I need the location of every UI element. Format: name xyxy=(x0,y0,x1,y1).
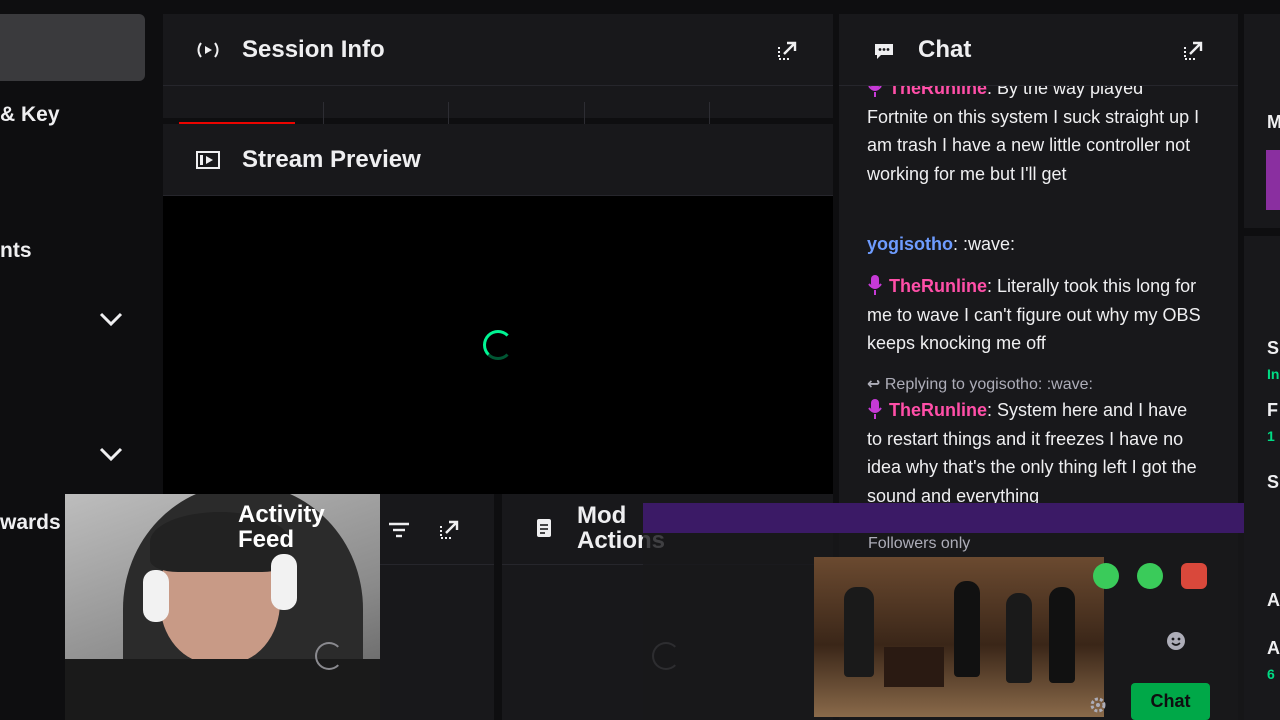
right-panel-sub: 6 xyxy=(1267,666,1275,682)
nav-item-stream-key[interactable]: & Key xyxy=(0,103,60,127)
gear-icon[interactable] xyxy=(1089,696,1107,714)
video-player[interactable] xyxy=(163,196,833,494)
chevron-down-icon[interactable] xyxy=(98,310,124,328)
mic-badge-icon xyxy=(868,275,882,295)
nav-item-active[interactable] xyxy=(0,14,145,81)
performer xyxy=(1049,587,1075,683)
thumbnail xyxy=(1266,150,1280,210)
document-icon xyxy=(537,519,551,537)
followers-only-label: Followers only xyxy=(868,535,971,552)
reply-context: ↩ Replying to yogisotho: :wave: xyxy=(867,376,1093,393)
emote-icon[interactable] xyxy=(1093,563,1119,589)
chat-message: TheRunline: System here and I have to re… xyxy=(867,396,1207,510)
chat-message: TheRunline: Literally took this long for… xyxy=(867,272,1207,358)
chat-message: yogisotho: :wave: xyxy=(867,230,1207,259)
nav-item-rewards[interactable]: wards xyxy=(0,511,61,535)
mic-badge-icon xyxy=(868,399,882,419)
session-info-panel: Session Info xyxy=(163,14,833,132)
webcam-overlay: Activity Feed xyxy=(65,494,380,720)
performer xyxy=(844,587,874,677)
chat-send-button[interactable]: Chat xyxy=(1131,683,1210,720)
nav-item-events[interactable]: nts xyxy=(0,239,32,263)
right-panel-label: A xyxy=(1267,638,1280,658)
performer xyxy=(1006,593,1032,683)
emote-icon[interactable] xyxy=(1137,563,1163,589)
right-panel-sub: 1 xyxy=(1267,428,1275,444)
stream-preview-panel: Stream Preview xyxy=(163,124,833,494)
chat-username[interactable]: TheRunline xyxy=(889,400,987,420)
right-panel-sub: In xyxy=(1267,366,1280,382)
stream-preview-header: Stream Preview xyxy=(163,124,833,196)
activity-feed-title: Activity Feed xyxy=(238,501,325,553)
chevron-down-icon[interactable] xyxy=(98,445,124,463)
session-info-header: Session Info xyxy=(163,14,833,86)
right-panel-label: S xyxy=(1267,472,1280,492)
right-panel-label: F xyxy=(1267,400,1278,420)
chat-text: : By the way played Fortnite on this sys… xyxy=(867,86,1200,184)
broadcast-icon xyxy=(197,42,219,58)
emote-icon[interactable] xyxy=(1181,563,1207,589)
stream-preview-title: Stream Preview xyxy=(242,146,421,173)
chat-username[interactable]: yogisotho xyxy=(867,234,953,254)
mic-badge-icon xyxy=(868,86,882,97)
right-panel-edge: M S In F 1 S A A 6 xyxy=(1244,0,1280,720)
chat-text: : :wave: xyxy=(953,234,1016,254)
emote-row xyxy=(1093,563,1207,589)
popout-icon[interactable] xyxy=(1182,40,1204,62)
chat-username[interactable]: TheRunline xyxy=(889,86,987,98)
chat-title: Chat xyxy=(918,36,972,63)
emoji-picker-icon[interactable] xyxy=(1165,630,1187,652)
headphone-right xyxy=(271,554,297,610)
video-frame[interactable] xyxy=(814,557,1104,717)
video-icon xyxy=(196,151,220,169)
loading-spinner xyxy=(315,642,343,670)
reply-arrow-icon: ↩ xyxy=(867,376,881,393)
filter-icon[interactable] xyxy=(388,521,410,539)
chat-bubble-icon xyxy=(875,44,893,59)
session-info-title: Session Info xyxy=(242,36,385,63)
loading-spinner xyxy=(483,330,513,360)
popout-icon[interactable] xyxy=(438,519,460,541)
browser-tab-bar xyxy=(643,503,1280,533)
right-panel-label: M xyxy=(1267,112,1280,132)
popout-icon[interactable] xyxy=(776,40,798,62)
chat-username[interactable]: TheRunline xyxy=(889,276,987,296)
right-panel-label: A xyxy=(1267,590,1280,610)
chat-message: TheRunline: By the way played Fortnite o… xyxy=(867,86,1207,188)
activity-feed-panel xyxy=(380,494,494,720)
performer xyxy=(954,581,980,677)
chat-header: Chat xyxy=(839,14,1238,86)
headphone-left xyxy=(143,570,169,622)
drum-kit xyxy=(884,647,944,687)
right-panel-label: S xyxy=(1267,338,1280,358)
